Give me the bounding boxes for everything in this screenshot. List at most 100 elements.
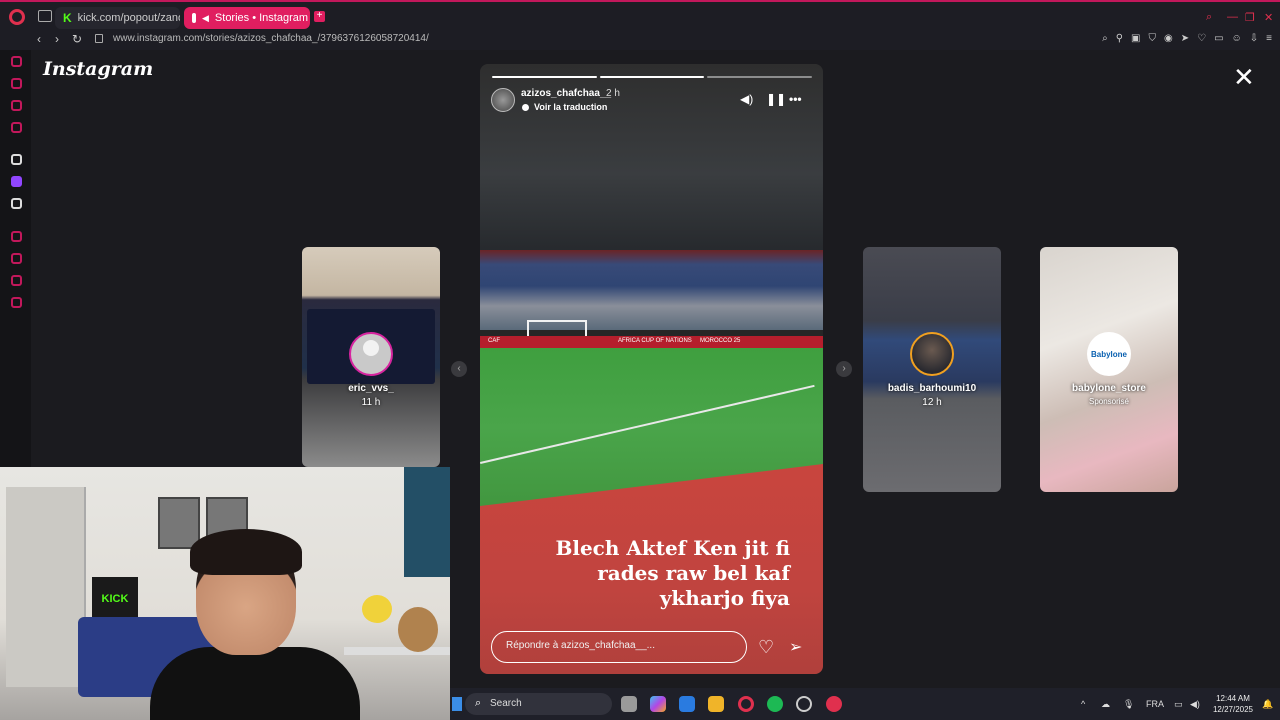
more-options-icon[interactable]: •••	[789, 92, 802, 106]
reply-box[interactable]	[491, 631, 747, 663]
pause-icon[interactable]: ❚❚	[766, 92, 786, 106]
webcam-overlay: KICK	[0, 467, 450, 720]
like-heart-icon[interactable]: ♡	[758, 637, 774, 658]
caption-line: rades raw bel kaf	[597, 561, 790, 585]
tab-snap-icon[interactable]	[38, 10, 52, 22]
teddy-bear	[398, 607, 438, 652]
copilot-icon[interactable]	[650, 696, 666, 712]
spotify-icon[interactable]	[767, 696, 783, 712]
tab-label: kick.com/popout/zanoun	[77, 12, 180, 24]
notification-icon[interactable]: 🔔	[1262, 699, 1273, 710]
search-icon: ⌕	[475, 697, 482, 709]
shield-icon[interactable]: ⛉	[1149, 33, 1157, 44]
app-icon[interactable]	[796, 696, 812, 712]
tray-mic-icon[interactable]: 🎙	[1123, 699, 1134, 710]
tray-chevron-icon[interactable]: ^	[1081, 699, 1085, 709]
tab-instagram-stories[interactable]: ◀ Stories • Instagram	[184, 7, 310, 29]
download-icon[interactable]: ⇩	[1250, 33, 1258, 44]
streamer-body	[150, 647, 360, 720]
story-username: badis_barhoumi10	[887, 383, 977, 394]
clock-time: 12:44 AM	[1216, 694, 1250, 703]
task-view-icon[interactable]	[621, 696, 637, 712]
snapshot-icon[interactable]: ▣	[1131, 33, 1140, 44]
progress-segment	[492, 76, 597, 78]
search-tabs-icon[interactable]: ⌕	[1206, 11, 1212, 24]
search-label: Search	[490, 698, 522, 709]
tab-kick[interactable]: K kick.com/popout/zanoun	[55, 7, 180, 29]
minimize-icon[interactable]: —	[1227, 11, 1238, 23]
windows-start-icon[interactable]	[452, 697, 462, 711]
side-story-badis[interactable]: badis_barhoumi10 12 h	[863, 247, 1001, 492]
toolbar-icons: ⌕ ⚲ ▣ ⛉ ◉ ➤ ♡ ▭ ☺ ⇩ ≡	[1102, 33, 1272, 44]
camera-icon[interactable]: ◉	[1164, 33, 1173, 44]
wallet-icon[interactable]: ▭	[1214, 33, 1223, 44]
url-field[interactable]: www.instagram.com/stories/azizos_chafcha…	[113, 33, 429, 44]
reload-icon[interactable]: ↻	[72, 32, 82, 46]
zoom-icon[interactable]: ⌕	[1102, 33, 1108, 44]
send-icon[interactable]: ➤	[1181, 33, 1189, 44]
clock-date: 12/27/2025	[1212, 705, 1254, 714]
story-author-username[interactable]: azizos_chafchaa__	[521, 88, 611, 99]
taskbar-search[interactable]: ⌕ Search	[465, 693, 612, 715]
app-red-icon[interactable]	[826, 696, 842, 712]
sponsored-label: Sponsorisé	[1088, 397, 1130, 406]
arc-icon[interactable]	[11, 154, 22, 165]
file-explorer-icon[interactable]	[708, 696, 724, 712]
speaker-icon[interactable]: ◀	[202, 13, 209, 24]
story-username: eric_vvs_	[348, 383, 394, 394]
share-send-icon[interactable]: ➢	[789, 637, 802, 657]
volume-icon[interactable]: ◀)	[740, 92, 753, 106]
tab-label: Stories • Instagram	[214, 12, 309, 24]
kick-sign: KICK	[92, 577, 138, 621]
previous-story-icon[interactable]: ‹	[451, 361, 467, 377]
tray-network-icon[interactable]: ▭	[1174, 699, 1183, 710]
webcam-frame	[158, 497, 200, 549]
new-tab-button[interactable]: +	[314, 11, 325, 22]
lock-icon	[95, 34, 103, 43]
tray-volume-icon[interactable]: ◀)	[1190, 699, 1200, 710]
instagram-logo[interactable]: Instagram	[43, 58, 153, 80]
x-icon[interactable]	[11, 198, 22, 209]
see-translation-link[interactable]: Voir la traduction	[534, 102, 607, 112]
clock-icon[interactable]	[11, 253, 22, 264]
main-story[interactable]: CAF AFRICA CUP OF NATIONS MOROCCO 25 azi…	[480, 64, 823, 674]
stadium-stands	[480, 250, 823, 330]
bag-icon[interactable]	[11, 78, 22, 89]
story-author-avatar[interactable]	[491, 88, 515, 112]
side-story-babylone[interactable]: Babylone babylone_store Sponsorisé	[1040, 247, 1178, 492]
twitch-icon[interactable]	[11, 176, 22, 187]
history-icon[interactable]	[11, 231, 22, 242]
side-story-eric[interactable]: eric_vvs_ 11 h	[302, 247, 440, 467]
story-progress	[492, 76, 813, 78]
progress-segment	[707, 76, 813, 78]
extensions-icon[interactable]	[11, 275, 22, 286]
restore-icon[interactable]: ❐	[1245, 11, 1255, 24]
forward-icon[interactable]: ›	[55, 32, 59, 46]
close-stories-button[interactable]: ✕	[1233, 64, 1255, 90]
opera-logo-icon[interactable]	[9, 9, 25, 25]
menu-icon[interactable]: ≡	[1266, 33, 1272, 44]
next-story-icon[interactable]: ›	[836, 361, 852, 377]
aria-icon[interactable]	[11, 56, 22, 67]
messenger-icon[interactable]	[11, 100, 22, 111]
taskbar-clock[interactable]: 12:44 AM 12/27/2025	[1211, 693, 1255, 715]
heart-icon[interactable]: ♡	[1197, 33, 1206, 44]
back-icon[interactable]: ‹	[37, 32, 41, 46]
tray-language[interactable]: FRA	[1146, 699, 1164, 709]
story-avatar	[910, 332, 954, 376]
pin-icon[interactable]: ⚲	[1116, 33, 1123, 44]
streamer-hair	[190, 529, 302, 575]
tray-cloud-icon[interactable]: ☁	[1101, 699, 1110, 710]
opera-taskbar-icon[interactable]	[738, 696, 754, 712]
account-icon[interactable]: ☺	[1232, 33, 1242, 44]
board-text: CAF	[488, 338, 500, 344]
player-icon[interactable]	[11, 122, 22, 133]
webcam-ledge	[344, 647, 450, 655]
reply-input[interactable]	[506, 640, 736, 651]
close-window-icon[interactable]: ✕	[1264, 11, 1273, 24]
story-caption: Blech Aktef Ken jit fi rades raw bel kaf…	[510, 536, 790, 611]
store-icon[interactable]	[679, 696, 695, 712]
settings-icon[interactable]	[11, 297, 22, 308]
story-time: 2 h	[606, 88, 620, 99]
story-time: 11 h	[361, 397, 381, 408]
